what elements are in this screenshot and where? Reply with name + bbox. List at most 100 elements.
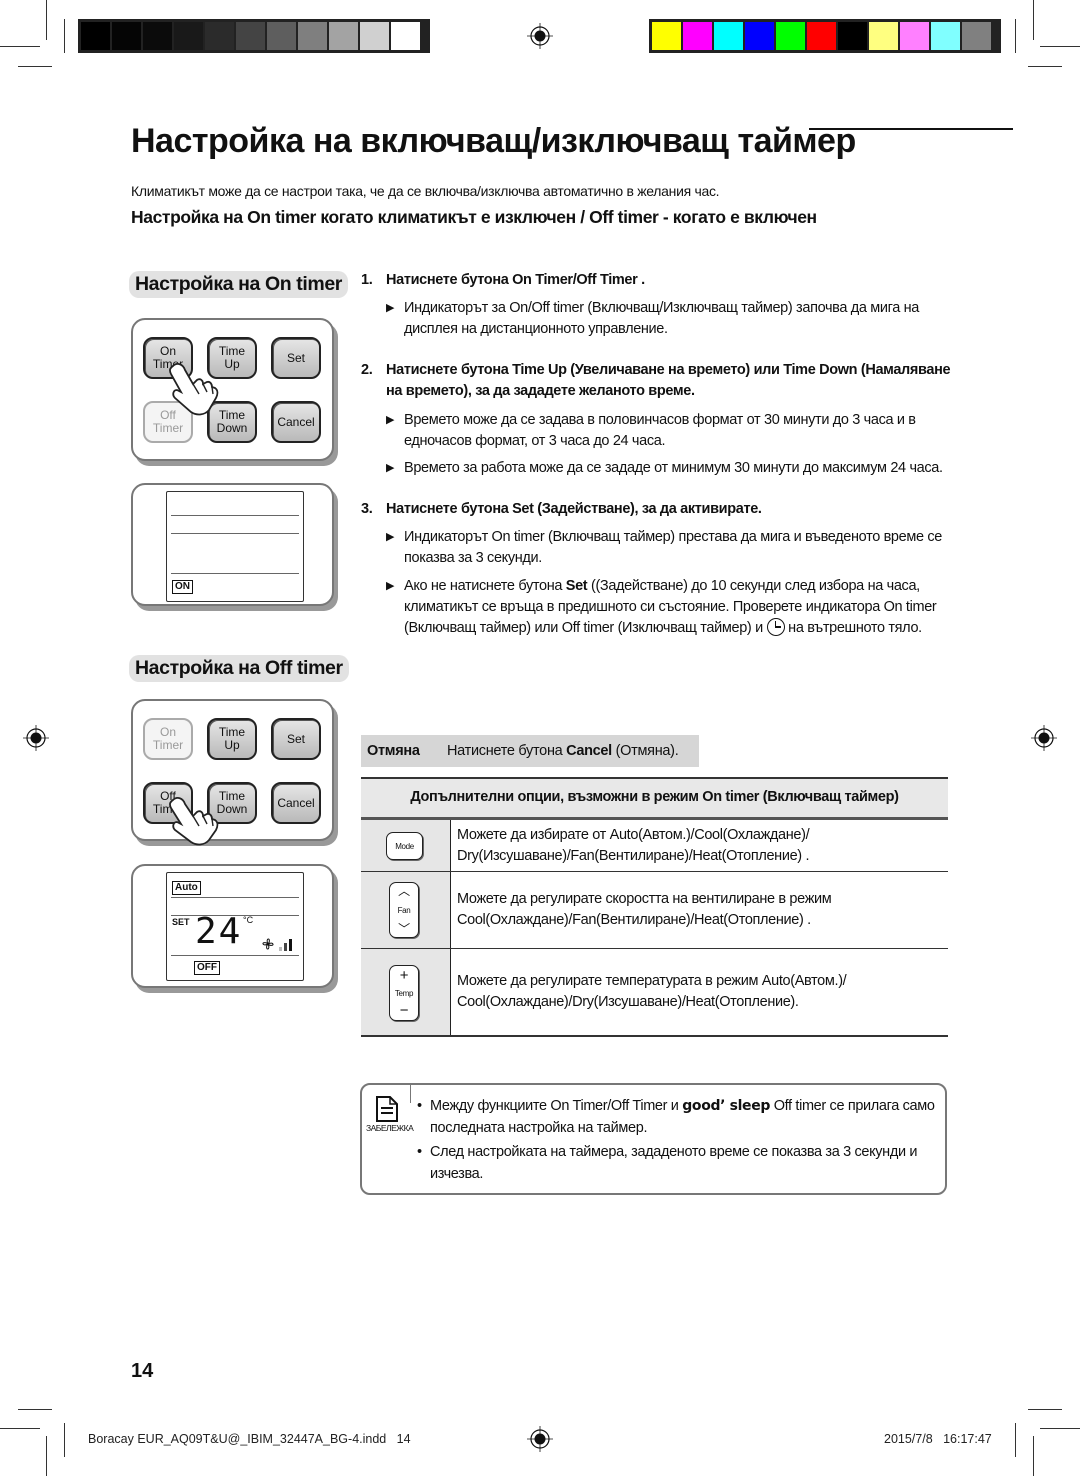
options-table-header: Допълнителни опции, възможни в режим On … [361, 777, 948, 820]
fan-icon [262, 938, 274, 950]
crop-mark [1015, 19, 1016, 53]
color-swatch [776, 22, 805, 50]
step-number: 1. [361, 272, 373, 288]
color-swatch [807, 22, 836, 50]
bullet-arrow-icon: ▶ [386, 414, 395, 426]
on-timer-heading: Настройка на On timer [129, 271, 348, 298]
crop-mark [1015, 1423, 1016, 1457]
cancel-instruction: Отмяна Натиснете бутона Cancel (Отмяна). [361, 735, 699, 767]
color-swatch [900, 22, 929, 50]
note-label: ЗАБЕЛЕЖКА [366, 1123, 414, 1133]
off-indicator: OFF [194, 961, 220, 975]
step-text: Натиснете бутона Time Up (Увеличаване на… [386, 362, 951, 399]
options-table: Допълнителни опции, възможни в режим On … [361, 777, 948, 1037]
crop-mark [64, 19, 65, 53]
crop-mark [1033, 0, 1034, 40]
grayscale-swatch [112, 22, 141, 50]
note-item: • Между функциите On Timer/Off Timer и go… [417, 1098, 935, 1136]
color-swatch [745, 22, 774, 50]
table-row: + Temp − Можете да регулирате температурат… [361, 949, 948, 1037]
temperature-unit: °C [243, 915, 254, 925]
color-swatch [683, 22, 712, 50]
crop-mark [1028, 1409, 1062, 1410]
off-panel-time-up-button[interactable]: Time Up [207, 718, 257, 760]
bullet-arrow-icon: ▶ [386, 462, 395, 474]
step-text: Натиснете бутона Set (Задействане), за д… [386, 501, 762, 517]
grayscale-swatch [298, 22, 327, 50]
page-number: 14 [131, 1360, 154, 1382]
grayscale-bar [78, 19, 430, 53]
on-indicator: ON [172, 580, 193, 594]
crop-mark [64, 1423, 65, 1457]
crop-mark [46, 0, 47, 40]
grayscale-swatch [267, 22, 296, 50]
note-item: • След настройката на таймера, зададеното… [417, 1144, 918, 1182]
crop-mark [46, 1436, 47, 1476]
step-bullet: ▶ Индикаторът On timer (Включващ таймер) … [386, 529, 942, 566]
pressing-hand-icon [169, 363, 219, 416]
grayscale-swatch [143, 22, 172, 50]
on-panel-set-button[interactable]: Set [271, 337, 321, 379]
off-panel-cancel-button[interactable]: Cancel [271, 782, 321, 824]
crop-mark [18, 1409, 52, 1410]
step-bullet: ▶ Ако не натиснете бутона Set ((Задейства… [386, 578, 937, 636]
crop-mark [1028, 66, 1062, 67]
off-panel-on-timer-button[interactable]: On Timer [143, 718, 193, 760]
remote-buttons-panel-on: On Timer Time Up Set Off Timer Time Down Cancel [131, 318, 334, 461]
step-bullet: ▶ Индикаторът за On/Off timer (Включващ/И… [386, 300, 920, 337]
grayscale-swatch [174, 22, 203, 50]
grayscale-swatch [360, 22, 389, 50]
crop-mark [1033, 1436, 1034, 1476]
footer-timestamp: 2015/7/8 16:17:47 [884, 1432, 992, 1446]
color-swatch [838, 22, 867, 50]
color-swatch [714, 22, 743, 50]
remote-display-panel-on: ON [131, 483, 334, 606]
section-subheading: Настройка на On timer когато климатикът … [131, 207, 817, 227]
title-rule [809, 128, 1013, 130]
grayscale-swatch [391, 22, 420, 50]
on-panel-cancel-button[interactable]: Cancel [271, 401, 321, 443]
fan-speed-bars [279, 939, 295, 951]
registration-mark-icon [1031, 725, 1057, 751]
row-text: Можете да избирате от Auto(Автом.)/Cool(… [457, 827, 810, 864]
footer-filename: Boracay EUR_AQ09T&U@_IBIM_32447A_BG-4.in… [88, 1432, 411, 1446]
cancel-label: Отмяна [367, 743, 420, 759]
note-icon [376, 1096, 398, 1122]
bullet-arrow-icon: ▶ [386, 302, 395, 314]
row-text: Можете да регулирате температурата в реж… [457, 973, 847, 1010]
grayscale-swatch [81, 22, 110, 50]
crop-mark [0, 1428, 40, 1429]
lcd-display: ON [166, 491, 304, 602]
color-swatch [869, 22, 898, 50]
color-swatch [652, 22, 681, 50]
off-panel-set-button[interactable]: Set [271, 718, 321, 760]
color-swatch [962, 22, 991, 50]
table-row: ︿ Fan ﹀ Можете да регулирате скоростта на … [361, 872, 948, 949]
pressing-hand-icon [169, 797, 219, 846]
temperature-readout: 24 [195, 911, 243, 952]
color-swatch [931, 22, 960, 50]
crop-mark [1040, 46, 1080, 47]
fan-button-icon: ︿ Fan ﹀ [389, 882, 419, 938]
grayscale-swatch [329, 22, 358, 50]
timer-clock-icon [766, 618, 785, 636]
step-text: Натиснете бутона On Timer/Off Timer . [386, 272, 645, 288]
page-title: Настройка на включващ/изключващ таймер [131, 122, 856, 160]
registration-mark-icon [527, 1426, 553, 1452]
lcd-display: Auto SET 24 °C OFF [166, 872, 304, 981]
note-divider [410, 1083, 411, 1103]
bullet-arrow-icon: ▶ [386, 531, 395, 543]
registration-mark-icon [23, 725, 49, 751]
step-number: 3. [361, 501, 373, 517]
temp-button-icon: + Temp − [389, 965, 419, 1021]
remote-display-panel-off: Auto SET 24 °C OFF [131, 864, 334, 988]
crop-mark [1040, 1428, 1080, 1429]
color-bar [649, 19, 1001, 53]
set-label: SET [172, 917, 190, 927]
grayscale-swatch [236, 22, 265, 50]
registration-mark-icon [527, 23, 553, 49]
table-row: Mode Можете да избирате от Auto(Автом.)/… [361, 820, 948, 872]
cancel-text: Натиснете бутона Cancel (Отмяна). [447, 743, 679, 759]
note-box: ЗАБЕЛЕЖКА • Между функциите On Timer/Off … [360, 1083, 947, 1195]
grayscale-swatch [205, 22, 234, 50]
